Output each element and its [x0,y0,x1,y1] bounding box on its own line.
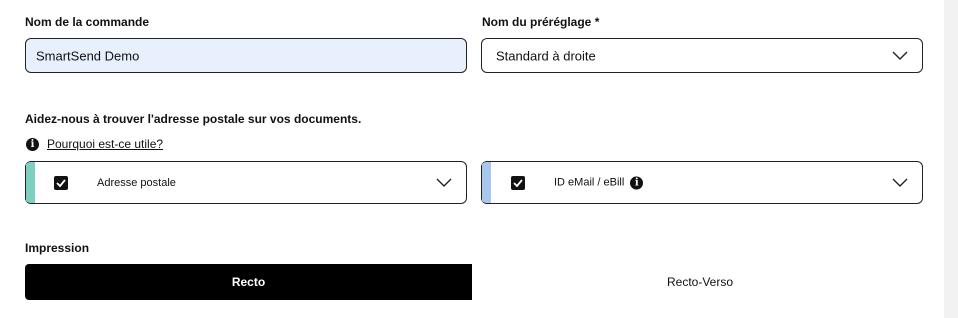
ebill-accent-bar [481,162,491,203]
address-help-heading: Aidez-nous à trouver l'adresse postale s… [25,112,362,126]
info-icon: i [26,137,39,151]
print-label: Impression [25,241,90,255]
ebill-select[interactable]: ID eMail / eBill i [481,161,923,204]
preset-select[interactable]: Standard à droite [481,38,923,73]
chevron-down-icon [892,178,908,187]
preset-value: Standard à droite [496,48,596,63]
order-name-label: Nom de la commande [25,15,150,29]
ebill-checkbox[interactable] [511,175,525,190]
order-name-input[interactable]: SmartSend Demo [25,38,467,73]
postal-checkbox[interactable] [54,175,68,190]
why-useful-link[interactable]: Pourquoi est-ce utile? [47,137,163,151]
postal-address-select[interactable]: Adresse postale [25,161,467,204]
checkmark-icon [513,178,523,187]
ebill-label-row: ID eMail / eBill i [554,176,644,189]
chevron-down-icon [892,51,908,60]
right-sidebar-edge [944,0,958,318]
recto-verso-option[interactable]: Recto-Verso [472,264,928,300]
preset-name-label: Nom du préréglage * [482,15,600,29]
chevron-down-icon [436,178,452,187]
order-name-value: SmartSend Demo [36,48,140,63]
recto-option[interactable]: Recto [25,264,472,300]
why-useful-row: i Pourquoi est-ce utile? [26,137,163,151]
checkmark-icon [56,178,66,187]
postal-accent-bar [25,162,35,203]
postal-label: Adresse postale [97,176,176,189]
info-icon[interactable]: i [630,176,644,189]
ebill-label: ID eMail / eBill [554,176,625,189]
